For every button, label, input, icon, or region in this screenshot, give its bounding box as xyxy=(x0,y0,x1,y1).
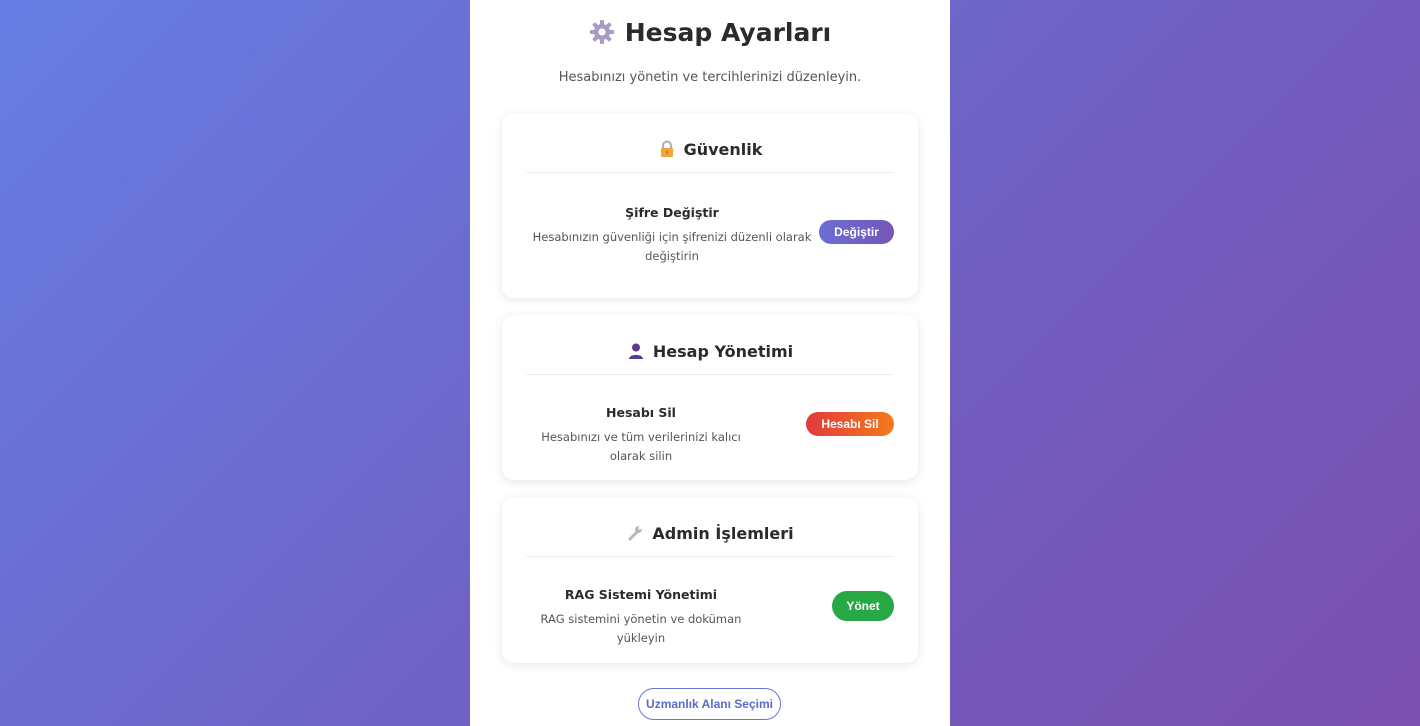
account-management-card-title-text: Hesap Yönetimi xyxy=(652,342,794,361)
rag-management-title: RAG Sistemi Yönetimi xyxy=(564,587,718,602)
change-password-title: Şifre Değiştir xyxy=(625,205,719,220)
delete-account-description: Hesabınızı ve tüm verilerinizi kalıcı ol… xyxy=(541,430,741,463)
gear-icon xyxy=(589,19,615,45)
change-password-button[interactable]: Değiştir xyxy=(819,220,894,244)
account-management-card-title: Hesap Yönetimi xyxy=(526,341,894,363)
change-password-description: Hesabınızın güvenliği için şifrenizi düz… xyxy=(532,230,812,263)
rag-manage-button[interactable]: Yönet xyxy=(832,591,894,621)
divider xyxy=(526,374,894,375)
account-management-card: Hesap Yönetimi Hesabı Sil Hesabınızı ve … xyxy=(502,315,918,480)
rag-management-description: RAG sistemini yönetin ve doküman yükleyi… xyxy=(540,612,742,645)
admin-operations-card-title: Admin İşlemleri xyxy=(526,523,894,545)
page-subtitle: Hesabınızı yönetin ve tercihlerinizi düz… xyxy=(558,70,862,85)
wrench-icon xyxy=(626,524,644,542)
expertise-area-button[interactable]: Uzmanlık Alanı Seçimi xyxy=(638,688,781,720)
admin-operations-card: Admin İşlemleri RAG Sistemi Yönetimi RAG… xyxy=(502,497,918,663)
delete-account-button[interactable]: Hesabı Sil xyxy=(806,412,894,436)
security-card-title-text: Güvenlik xyxy=(683,140,763,159)
security-card-title: Güvenlik xyxy=(526,139,894,161)
delete-account-title: Hesabı Sil xyxy=(606,405,676,420)
rag-management-item: RAG Sistemi Yönetimi RAG sistemini yönet… xyxy=(526,587,756,648)
divider xyxy=(526,556,894,557)
page-title-text: Hesap Ayarları xyxy=(624,18,832,47)
lock-icon xyxy=(658,140,676,158)
page-title: Hesap Ayarları xyxy=(470,16,950,50)
security-card: Güvenlik Şifre Değiştir Hesabınızın güve… xyxy=(502,113,918,298)
user-icon xyxy=(627,342,645,360)
change-password-item: Şifre Değiştir Hesabınızın güvenliği içi… xyxy=(526,205,818,266)
divider xyxy=(526,172,894,173)
settings-panel: Hesap Ayarları Hesabınızı yönetin ve ter… xyxy=(470,0,950,726)
delete-account-item: Hesabı Sil Hesabınızı ve tüm verileriniz… xyxy=(526,405,756,466)
admin-operations-card-title-text: Admin İşlemleri xyxy=(652,524,794,543)
